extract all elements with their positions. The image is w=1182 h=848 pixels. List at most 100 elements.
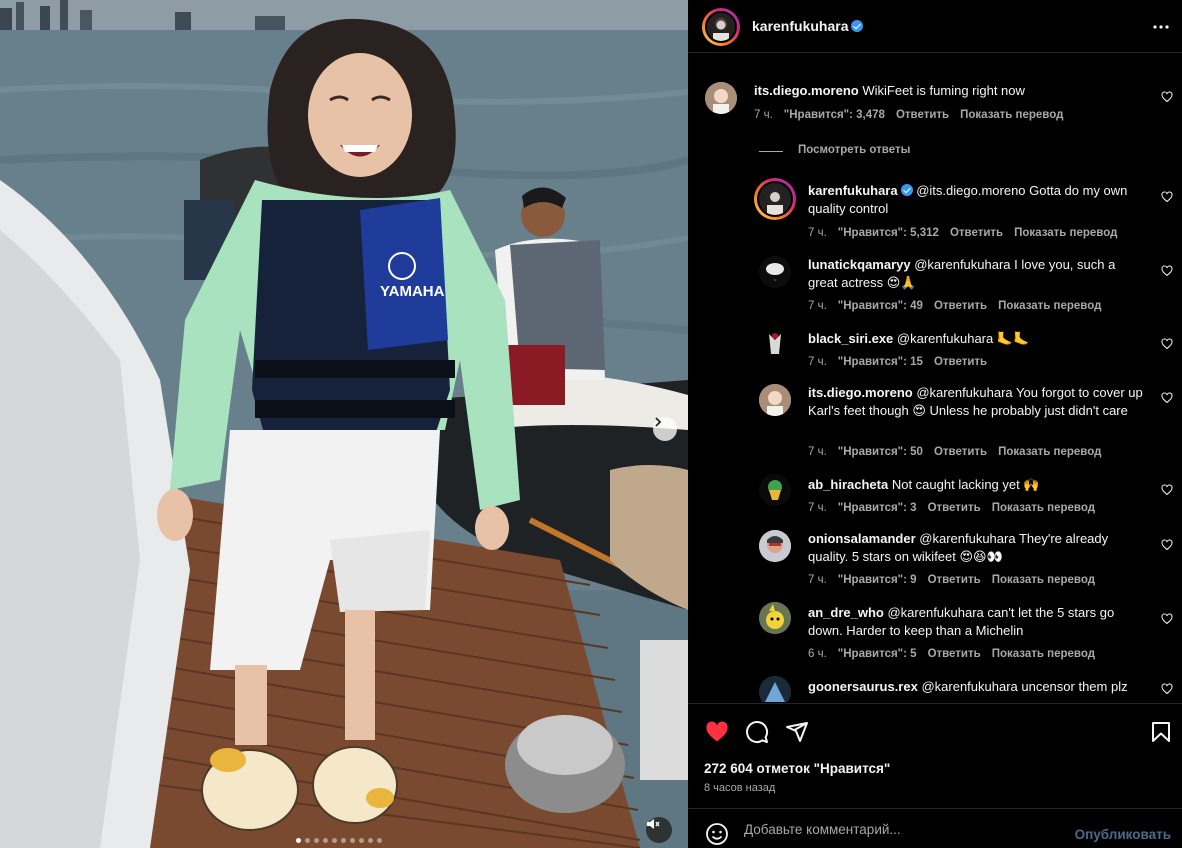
post-comment-button[interactable]: Опубликовать (1075, 827, 1171, 842)
comment-username[interactable]: onionsalamander (808, 531, 916, 546)
comment-meta: 6 ч. "Нравится": 5 Ответить Показать перево… (808, 648, 1106, 660)
comment-meta: 7 ч. "Нравится": 15 Ответить (808, 356, 998, 368)
carousel-dot (350, 838, 355, 843)
comment-username[interactable]: an_dre_who (808, 605, 884, 620)
comment-likes[interactable]: "Нравится": 3,478 (784, 109, 885, 121)
translate-button[interactable]: Показать перевод (992, 502, 1095, 514)
reply-button[interactable]: Ответить (950, 227, 1003, 239)
heart-icon[interactable] (1161, 613, 1173, 625)
post-photo[interactable]: YAMAHA (0, 0, 688, 848)
heart-icon[interactable] (1161, 484, 1173, 496)
comment-meta: 7 ч. "Нравится": 9 Ответить Показать перево… (808, 574, 1106, 586)
comment-username[interactable]: ab_hiracheta (808, 477, 888, 492)
share-icon[interactable] (785, 720, 809, 744)
heart-icon[interactable] (1161, 539, 1173, 551)
post-time[interactable]: 8 часов назад (704, 782, 775, 794)
author-name-wrap: karenfukuhara (752, 18, 864, 34)
heart-icon[interactable] (1161, 191, 1173, 203)
verified-badge-icon (900, 184, 913, 196)
emoji-icon[interactable] (705, 822, 729, 846)
bookmark-icon[interactable] (1149, 720, 1173, 744)
view-replies-button[interactable]: Посмотреть ответы (798, 144, 910, 156)
comment-time[interactable]: 7 ч. (808, 356, 827, 368)
comment-text-wrap: black_siri.exe @karenfukuhara 🦶🦶 (808, 330, 1148, 348)
reply-button[interactable]: Ответить (896, 109, 949, 121)
translate-button[interactable]: Показать перевод (992, 648, 1095, 660)
comment-text-wrap: ab_hiracheta Not caught lacking yet 🙌 (808, 476, 1148, 494)
comment-time[interactable]: 6 ч. (808, 648, 827, 660)
comment-icon[interactable] (745, 720, 769, 744)
comment: black_siri.exe @karenfukuhara 🦶🦶 7 ч. "Нр… (688, 328, 1182, 374)
next-slide-button[interactable] (653, 417, 677, 441)
comment-time[interactable]: 7 ч. (808, 446, 827, 458)
verified-badge-icon (851, 20, 864, 32)
carousel-dot (368, 838, 373, 843)
translate-button[interactable]: Показать перевод (1014, 227, 1117, 239)
post-actions: 272 604 отметок "Нравится" 8 часов назад (688, 703, 1182, 808)
reply-button[interactable]: Ответить (934, 300, 987, 312)
translate-button[interactable]: Показать перевод (960, 109, 1063, 121)
carousel-dot (377, 838, 382, 843)
comment-meta: 7 ч. "Нравится": 3 Ответить Показать перево… (808, 502, 1106, 514)
mute-button[interactable] (646, 817, 672, 843)
comment: ~ lunatickqamaryy @karenfukuhara I love … (688, 254, 1182, 318)
reply-button[interactable]: Ответить (934, 446, 987, 458)
comment-likes[interactable]: "Нравится": 5 (838, 648, 917, 660)
reply-button[interactable]: Ответить (934, 356, 987, 368)
author-avatar[interactable] (705, 11, 737, 43)
comment-username[interactable]: black_siri.exe (808, 331, 893, 346)
comment-username[interactable]: its.diego.moreno (754, 83, 859, 98)
comment-avatar[interactable] (759, 384, 791, 416)
comment-avatar[interactable] (759, 602, 791, 634)
comment: karenfukuhara @its.diego.moreno Gotta do… (688, 176, 1182, 246)
comment-likes[interactable]: "Нравится": 50 (838, 446, 923, 458)
comment-text-wrap: onionsalamander @karenfukuhara They're a… (808, 530, 1148, 566)
comment-text-wrap: its.diego.moreno WikiFeet is fuming righ… (754, 82, 1144, 100)
comment-avatar[interactable]: ~ (759, 256, 791, 288)
comment-time[interactable]: 7 ч. (808, 502, 827, 514)
heart-icon[interactable] (1161, 392, 1173, 404)
translate-button[interactable]: Показать перевод (998, 446, 1101, 458)
comment-avatar[interactable] (705, 82, 737, 114)
reply-button[interactable]: Ответить (928, 502, 981, 514)
heart-icon[interactable] (1161, 338, 1173, 350)
comment-avatar[interactable] (759, 474, 791, 506)
more-options-button[interactable] (1151, 17, 1171, 37)
comment-input[interactable] (744, 817, 1064, 841)
translate-button[interactable]: Показать перевод (992, 574, 1095, 586)
heart-icon[interactable] (705, 720, 729, 744)
comment-likes[interactable]: "Нравится": 9 (838, 574, 917, 586)
heart-icon[interactable] (1161, 265, 1173, 277)
comment-text: Not caught lacking yet 🙌 (891, 477, 1040, 492)
comment-likes[interactable]: "Нравится": 49 (838, 300, 923, 312)
post-header: karenfukuhara (688, 0, 1182, 53)
comment-time[interactable]: 7 ч. (808, 574, 827, 586)
comment-composer: Опубликовать (688, 808, 1182, 848)
comment-username[interactable]: lunatickqamaryy (808, 257, 911, 272)
reply-button[interactable]: Ответить (928, 574, 981, 586)
comment-avatar[interactable] (757, 181, 793, 217)
more-icon (1153, 25, 1169, 29)
comment-likes[interactable]: "Нравится": 15 (838, 356, 923, 368)
comment-username[interactable]: karenfukuhara (808, 183, 898, 198)
heart-icon[interactable] (1161, 91, 1173, 103)
reply-button[interactable]: Ответить (928, 648, 981, 660)
comment-likes[interactable]: "Нравится": 3 (838, 502, 917, 514)
heart-icon[interactable] (1161, 683, 1173, 695)
comment-likes[interactable]: "Нравится": 5,312 (838, 227, 939, 239)
comment-time[interactable]: 7 ч. (808, 227, 827, 239)
comment-avatar[interactable] (759, 328, 791, 360)
author-username[interactable]: karenfukuhara (752, 18, 848, 34)
comment-username[interactable]: goonersaurus.rex (808, 679, 918, 694)
comment-time[interactable]: 7 ч. (754, 109, 773, 121)
comment-avatar[interactable] (759, 676, 791, 702)
comment-text-wrap: goonersaurus.rex @karenfukuhara uncensor… (808, 678, 1148, 696)
comment-time[interactable]: 7 ч. (808, 300, 827, 312)
comment-text-wrap: karenfukuhara @its.diego.moreno Gotta do… (808, 182, 1148, 218)
comment-avatar[interactable] (759, 530, 791, 562)
comment: goonersaurus.rex @karenfukuhara uncensor… (688, 676, 1182, 702)
likes-count[interactable]: 272 604 отметок "Нравится" (704, 761, 890, 776)
translate-button[interactable]: Показать перевод (998, 300, 1101, 312)
comment-username[interactable]: its.diego.moreno (808, 385, 913, 400)
comments-list[interactable]: its.diego.moreno WikiFeet is fuming righ… (688, 54, 1182, 702)
